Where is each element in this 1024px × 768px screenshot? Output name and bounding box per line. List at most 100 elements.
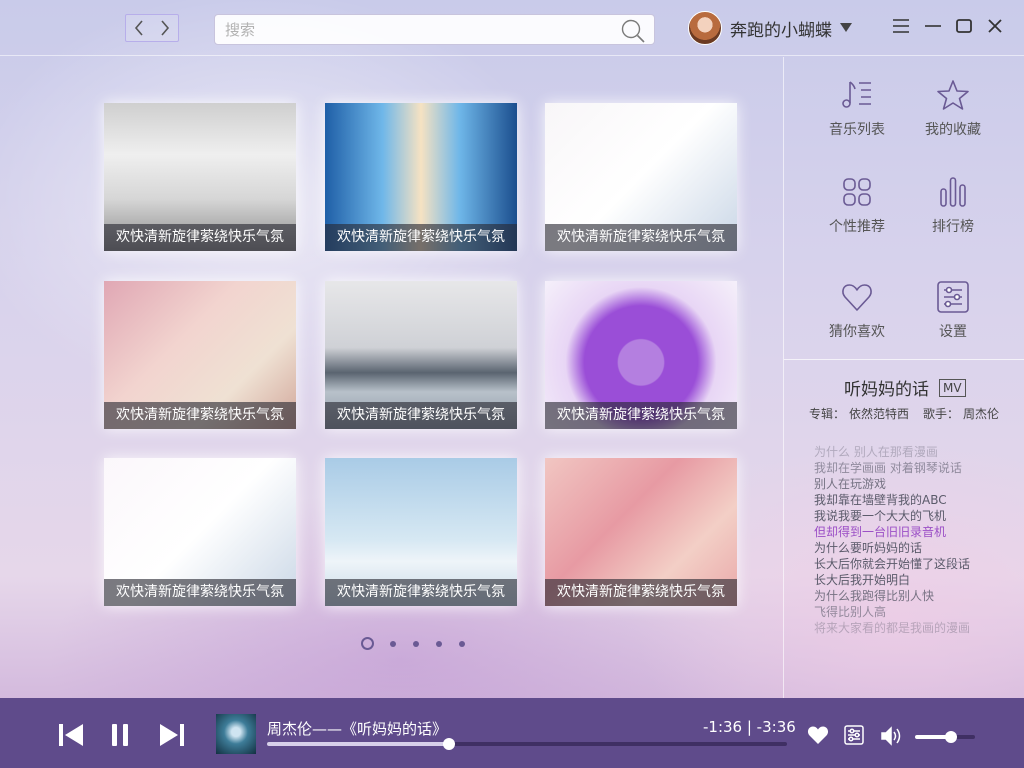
album-name[interactable]: 依然范特西: [849, 407, 909, 421]
lyric-line: 我说我要一个大大的飞机: [814, 509, 947, 523]
user-menu[interactable]: 奔跑的小蝴蝶: [688, 11, 852, 45]
forward-button[interactable]: [152, 15, 178, 41]
playlist-settings-button[interactable]: [843, 724, 865, 746]
album-caption: 欢快清新旋律萦绕快乐气氛: [325, 224, 517, 251]
heart-icon: [807, 726, 829, 744]
track-title: 周杰伦——《听妈妈的话》: [267, 720, 448, 738]
close-icon: [988, 19, 1002, 33]
close-button[interactable]: [983, 14, 1007, 38]
username[interactable]: 奔跑的小蝴蝶: [730, 16, 832, 41]
lyric-line: 为什么要听妈妈的话: [814, 541, 923, 555]
album-caption: 欢快清新旋律萦绕快乐气氛: [325, 579, 517, 606]
bar-chart-icon: [940, 177, 966, 207]
now-playing-cover[interactable]: [216, 714, 256, 754]
pagination: [361, 637, 482, 650]
page-dot[interactable]: [413, 640, 419, 647]
lyric-line: 别人在玩游戏: [814, 477, 887, 491]
star-icon: [937, 80, 969, 110]
lyric-line: 为什么我跑得比别人快: [814, 589, 935, 603]
album-caption: 欢快清新旋律萦绕快乐气氛: [104, 402, 296, 429]
skip-back-icon: [59, 724, 83, 746]
music-list-icon: [842, 81, 871, 108]
lyric-line: 我却在学画画 对着钢琴说话: [814, 461, 962, 475]
volume-button[interactable]: [880, 725, 904, 747]
lyric-line: 我却靠在墙壁背我的ABC: [814, 493, 947, 507]
player-bar: 周杰伦——《听妈妈的话》 -1:36 | -3:36: [0, 698, 1024, 768]
page-dot[interactable]: [361, 637, 374, 650]
avatar[interactable]: [688, 11, 722, 45]
album-card[interactable]: 欢快清新旋律萦绕快乐气氛: [545, 458, 737, 606]
song-name: 听妈妈的话: [844, 380, 929, 400]
menu-label: 我的收藏: [925, 122, 981, 138]
page-dot[interactable]: [436, 640, 442, 647]
album-card[interactable]: 欢快清新旋律萦绕快乐气氛: [545, 281, 737, 429]
lyric-line: 飞得比别人高: [814, 605, 887, 619]
album-card[interactable]: 欢快清新旋律萦绕快乐气氛: [325, 281, 517, 429]
album-card[interactable]: 欢快清新旋律萦绕快乐气氛: [104, 281, 296, 429]
page-dot[interactable]: [459, 640, 465, 647]
menu-label: 音乐列表: [829, 122, 885, 138]
volume-slider[interactable]: [915, 731, 975, 743]
album-caption: 欢快清新旋律萦绕快乐气氛: [545, 402, 737, 429]
history-nav: [125, 14, 179, 42]
lyric-line: 长大后我开始明白: [814, 573, 911, 587]
album-caption: 欢快清新旋律萦绕快乐气氛: [104, 579, 296, 606]
menu-music-list[interactable]: 音乐列表: [802, 75, 912, 139]
minimize-icon: [925, 25, 941, 27]
menu-favorites[interactable]: 我的收藏: [898, 75, 1008, 139]
progress-bar[interactable]: [267, 738, 787, 750]
next-button[interactable]: [157, 721, 187, 749]
song-title: 听妈妈的话 MV: [844, 375, 966, 400]
lyric-line: 将来大家看的都是我画的漫画: [814, 621, 971, 635]
album-label: 专辑：: [809, 407, 846, 421]
like-button[interactable]: [806, 724, 830, 746]
menu-label: 猜你喜欢: [829, 324, 885, 340]
caret-down-icon[interactable]: [840, 23, 852, 33]
album-caption: 欢快清新旋律萦绕快乐气氛: [325, 402, 517, 429]
lyric-line: 为什么 别人在那看漫画: [814, 445, 938, 459]
previous-button[interactable]: [56, 721, 86, 749]
song-meta: 专辑： 依然范特西 歌手： 周杰伦: [809, 405, 1003, 422]
album-caption: 欢快清新旋律萦绕快乐气氛: [545, 579, 737, 606]
skip-forward-icon: [160, 724, 184, 746]
album-caption: 欢快清新旋律萦绕快乐气氛: [545, 224, 737, 251]
menu-label: 个性推荐: [829, 219, 885, 235]
singer-label: 歌手：: [923, 407, 960, 421]
singer-name[interactable]: 周杰伦: [963, 407, 999, 421]
grid-icon: [843, 178, 871, 206]
top-bar: 奔跑的小蝴蝶: [0, 0, 1024, 56]
minimize-button[interactable]: [921, 14, 945, 38]
settings-icon: [844, 725, 864, 745]
maximize-button[interactable]: [952, 14, 976, 38]
album-card[interactable]: 欢快清新旋律萦绕快乐气氛: [104, 458, 296, 606]
heart-icon: [842, 284, 872, 311]
maximize-icon: [956, 19, 972, 33]
album-card[interactable]: 欢快清新旋律萦绕快乐气氛: [545, 103, 737, 251]
menu-recommend[interactable]: 个性推荐: [802, 172, 912, 236]
menu-label: 排行榜: [932, 219, 974, 235]
search-box: [214, 14, 655, 45]
search-icon[interactable]: [620, 18, 646, 48]
side-panel: 音乐列表 我的收藏 个性推荐 排行榜 猜你喜欢 设置 听妈妈的话 MV 专辑： …: [783, 57, 1024, 698]
menu-settings[interactable]: 设置: [898, 277, 1008, 341]
progress-handle[interactable]: [443, 738, 455, 750]
album-card[interactable]: 欢快清新旋律萦绕快乐气氛: [104, 103, 296, 251]
menu-button[interactable]: [889, 14, 913, 38]
volume-handle[interactable]: [945, 731, 957, 743]
time-display: -1:36 | -3:36: [703, 718, 796, 736]
menu-label: 设置: [939, 324, 967, 340]
lyric-line-current: 但却得到一台旧旧录音机: [814, 525, 947, 539]
album-card[interactable]: 欢快清新旋律萦绕快乐气氛: [325, 458, 517, 606]
hamburger-icon: [893, 19, 909, 33]
pause-button[interactable]: [108, 721, 132, 749]
album-caption: 欢快清新旋律萦绕快乐气氛: [104, 224, 296, 251]
mv-button[interactable]: MV: [939, 378, 966, 397]
back-button[interactable]: [126, 15, 152, 41]
album-card[interactable]: 欢快清新旋律萦绕快乐气氛: [325, 103, 517, 251]
page-dot[interactable]: [390, 640, 396, 647]
volume-icon: [881, 726, 901, 746]
search-input[interactable]: [215, 15, 605, 44]
chevron-right-icon: [161, 20, 170, 36]
menu-guess-you-like[interactable]: 猜你喜欢: [802, 277, 912, 341]
menu-charts[interactable]: 排行榜: [898, 172, 1008, 236]
